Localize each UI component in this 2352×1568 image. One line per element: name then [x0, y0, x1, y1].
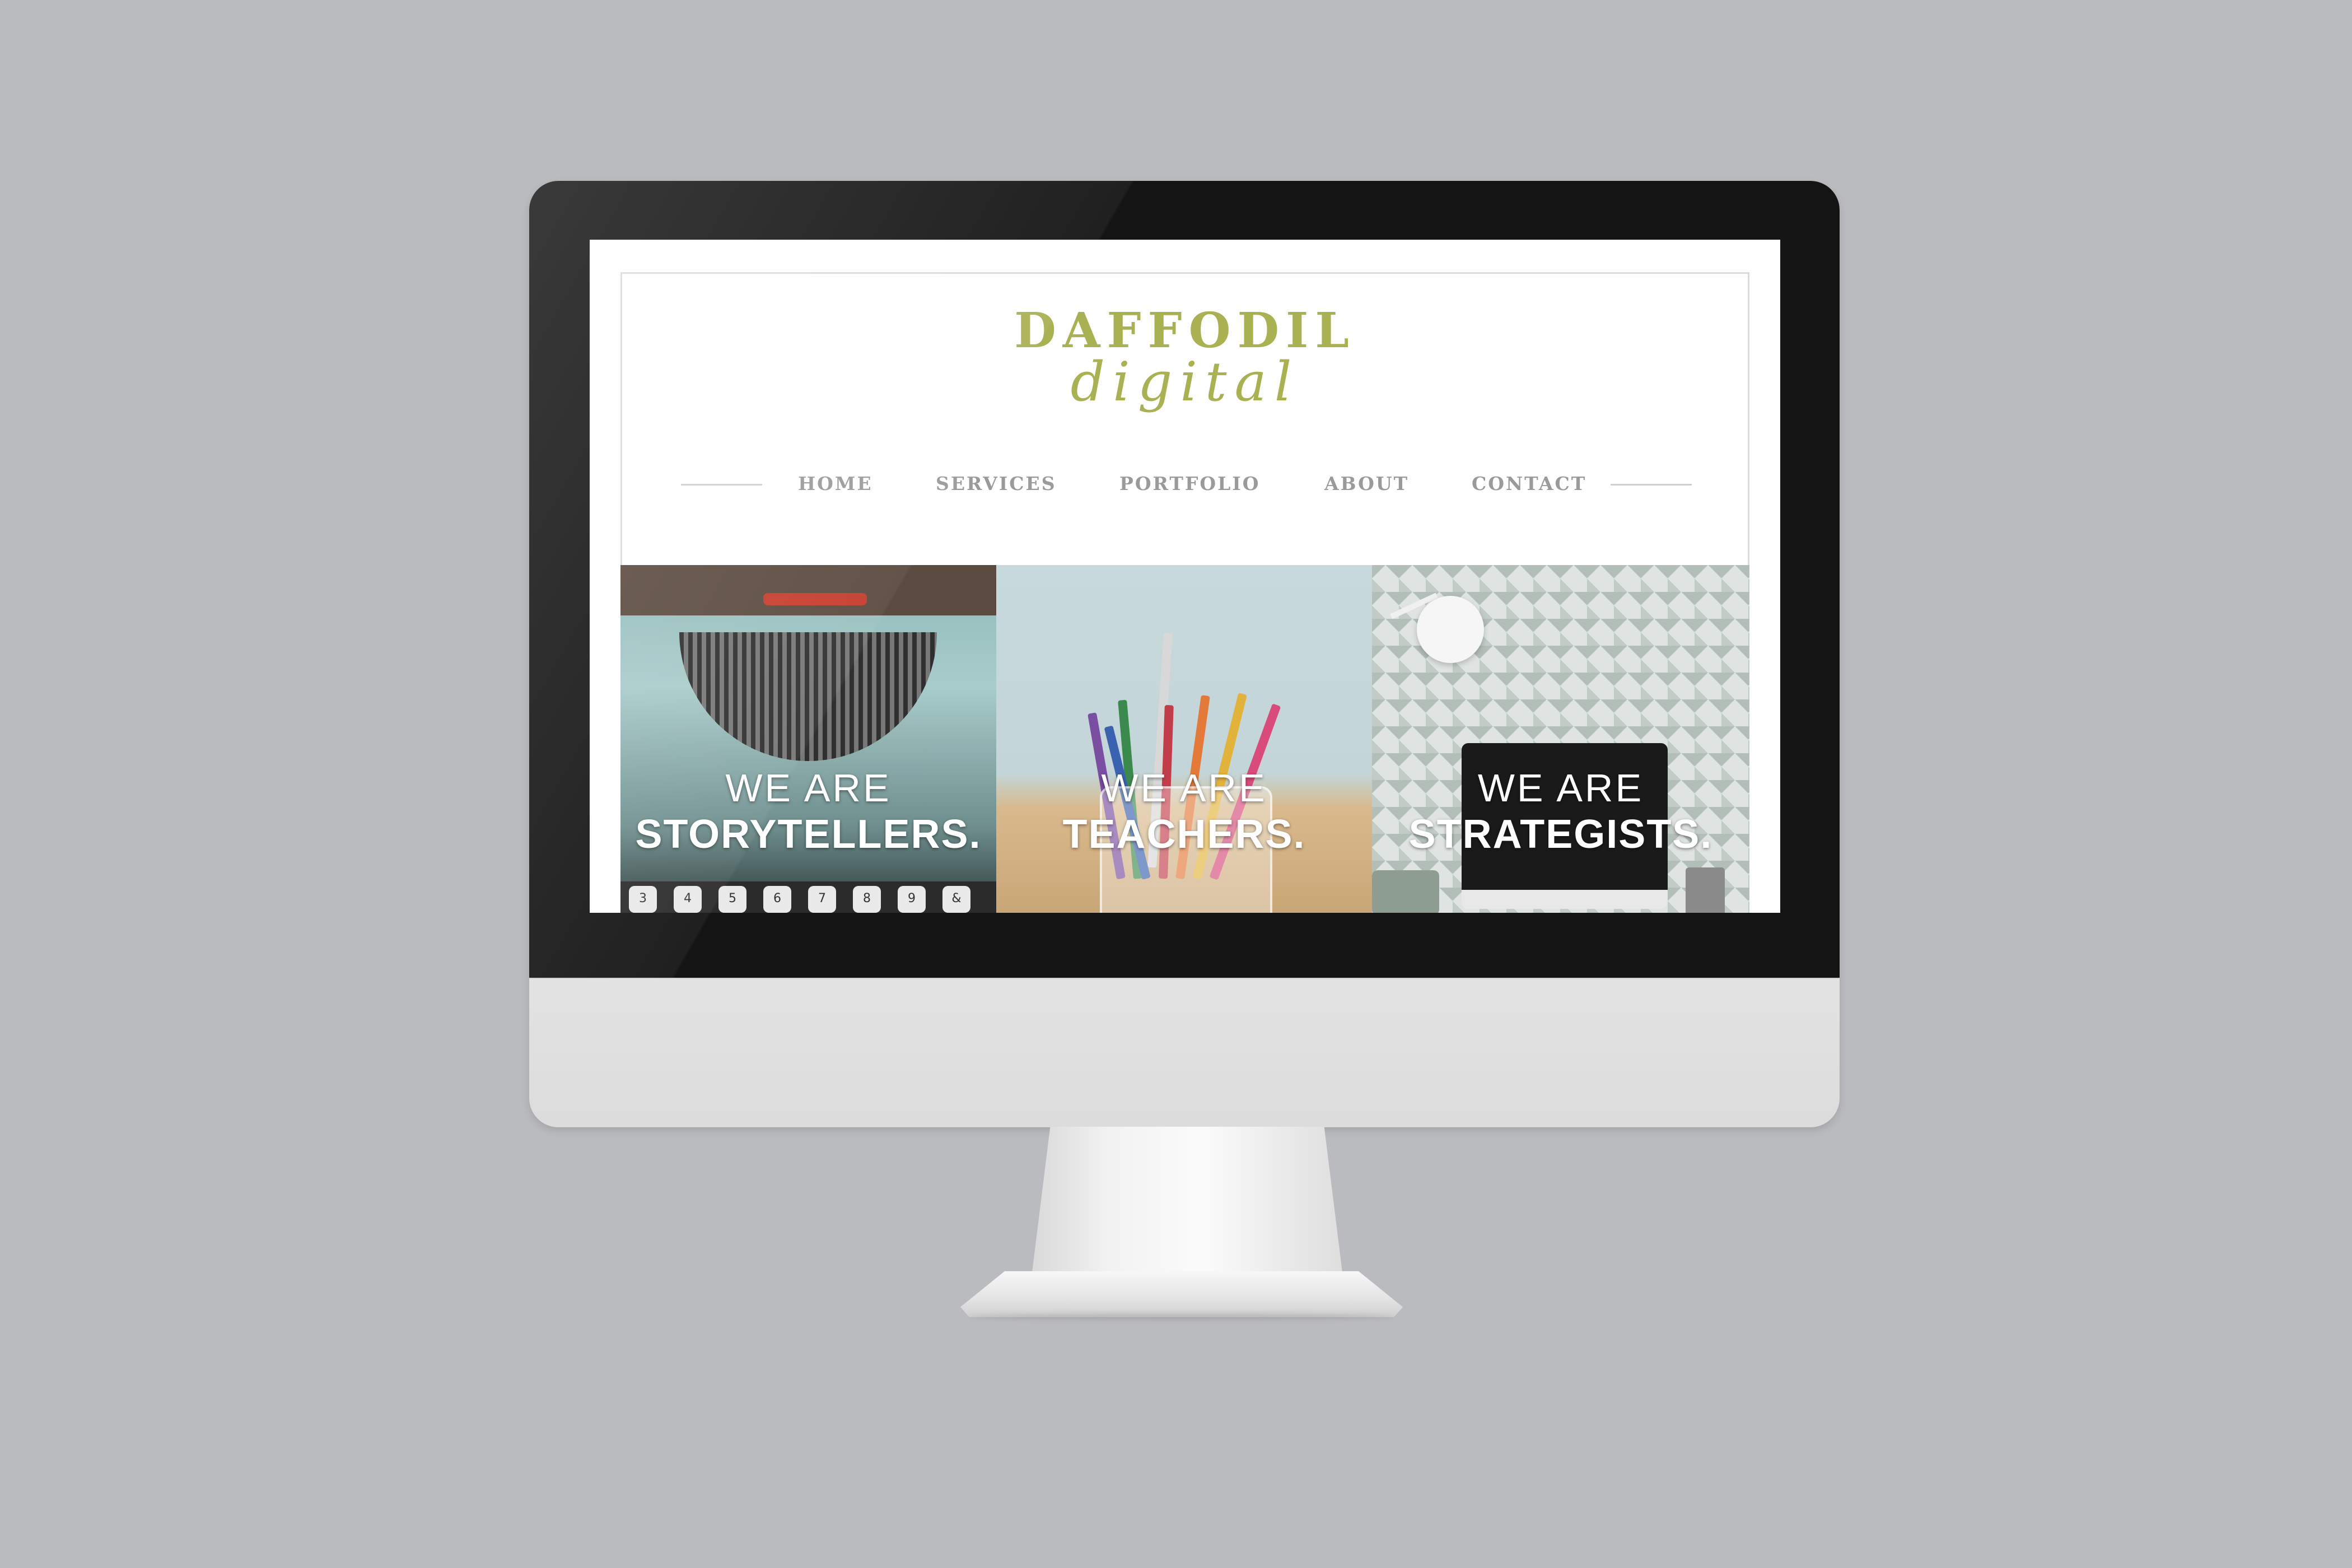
desk-lamp: [1417, 596, 1484, 663]
typewriter-key: 9: [898, 886, 926, 913]
website-screen: DAFFODIL digital HOME SERVICES PORTFOLIO…: [590, 240, 1780, 913]
typewriter-key: 5: [718, 886, 746, 913]
typewriter-key: 6: [763, 886, 791, 913]
typewriter-typebars: [679, 632, 937, 761]
typewriter-top: [620, 565, 996, 615]
tile-teachers[interactable]: WE ARE TEACHERS.: [996, 565, 1372, 913]
nav-divider-left: [681, 484, 762, 486]
typewriter-key: 4: [674, 886, 702, 913]
tile-line1: WE ARE: [1477, 766, 1644, 810]
desk-box: [1372, 870, 1439, 913]
nav-services[interactable]: SERVICES: [936, 473, 1057, 494]
nav-divider-right: [1611, 484, 1692, 486]
typewriter-ribbon: [763, 593, 867, 605]
tile-line1: WE ARE: [1101, 766, 1267, 810]
tile-line2: STRATEGISTS.: [1408, 812, 1713, 857]
tile-line1: WE ARE: [725, 766, 892, 810]
typewriter-key: 8: [853, 886, 881, 913]
pen-cup: [1686, 867, 1725, 913]
nav-about[interactable]: ABOUT: [1324, 473, 1409, 494]
typewriter-key: &: [942, 886, 970, 913]
typewriter-key: 7: [808, 886, 836, 913]
typewriter-key: 3: [629, 886, 657, 913]
nav-contact[interactable]: CONTACT: [1472, 473, 1586, 494]
nav-home[interactable]: HOME: [798, 473, 873, 494]
monitor-stand: [1032, 1127, 1343, 1277]
tile-line2: STORYTELLERS.: [635, 812, 982, 857]
chin-divider: [529, 978, 1840, 979]
main-nav: HOME SERVICES PORTFOLIO ABOUT CONTACT: [590, 473, 1780, 495]
base-shadow: [969, 1313, 1394, 1320]
tile-storytellers[interactable]: 3 4 5 6 7 8 9 & WE ARE STORYTELLERS.: [620, 565, 996, 913]
nav-portfolio[interactable]: PORTFOLIO: [1119, 473, 1261, 494]
tile-strategists[interactable]: WE ARE STRATEGISTS.: [1372, 565, 1749, 913]
tile-line2: TEACHERS.: [1062, 812, 1306, 857]
monitor-base: [960, 1271, 1403, 1317]
logo-script[interactable]: digital: [590, 351, 1780, 413]
